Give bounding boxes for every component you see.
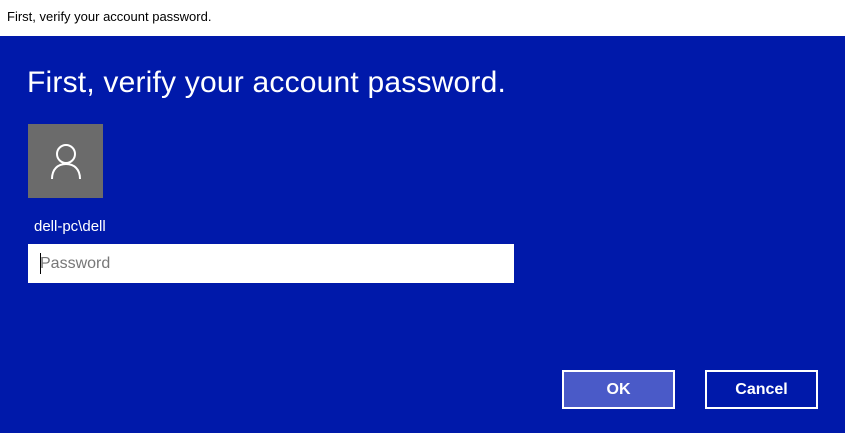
password-field[interactable] bbox=[28, 244, 514, 283]
user-avatar bbox=[28, 124, 103, 198]
password-input[interactable] bbox=[28, 244, 514, 283]
account-name: dell-pc\dell bbox=[34, 218, 106, 235]
title-bar: First, verify your account password. bbox=[0, 0, 845, 36]
cancel-button[interactable]: Cancel bbox=[705, 370, 818, 409]
window-title: First, verify your account password. bbox=[7, 9, 212, 24]
verify-password-dialog: First, verify your account password. del… bbox=[0, 36, 845, 433]
text-caret bbox=[40, 253, 41, 274]
user-icon bbox=[51, 144, 81, 180]
ok-button[interactable]: OK bbox=[562, 370, 675, 409]
dialog-heading: First, verify your account password. bbox=[27, 66, 507, 99]
